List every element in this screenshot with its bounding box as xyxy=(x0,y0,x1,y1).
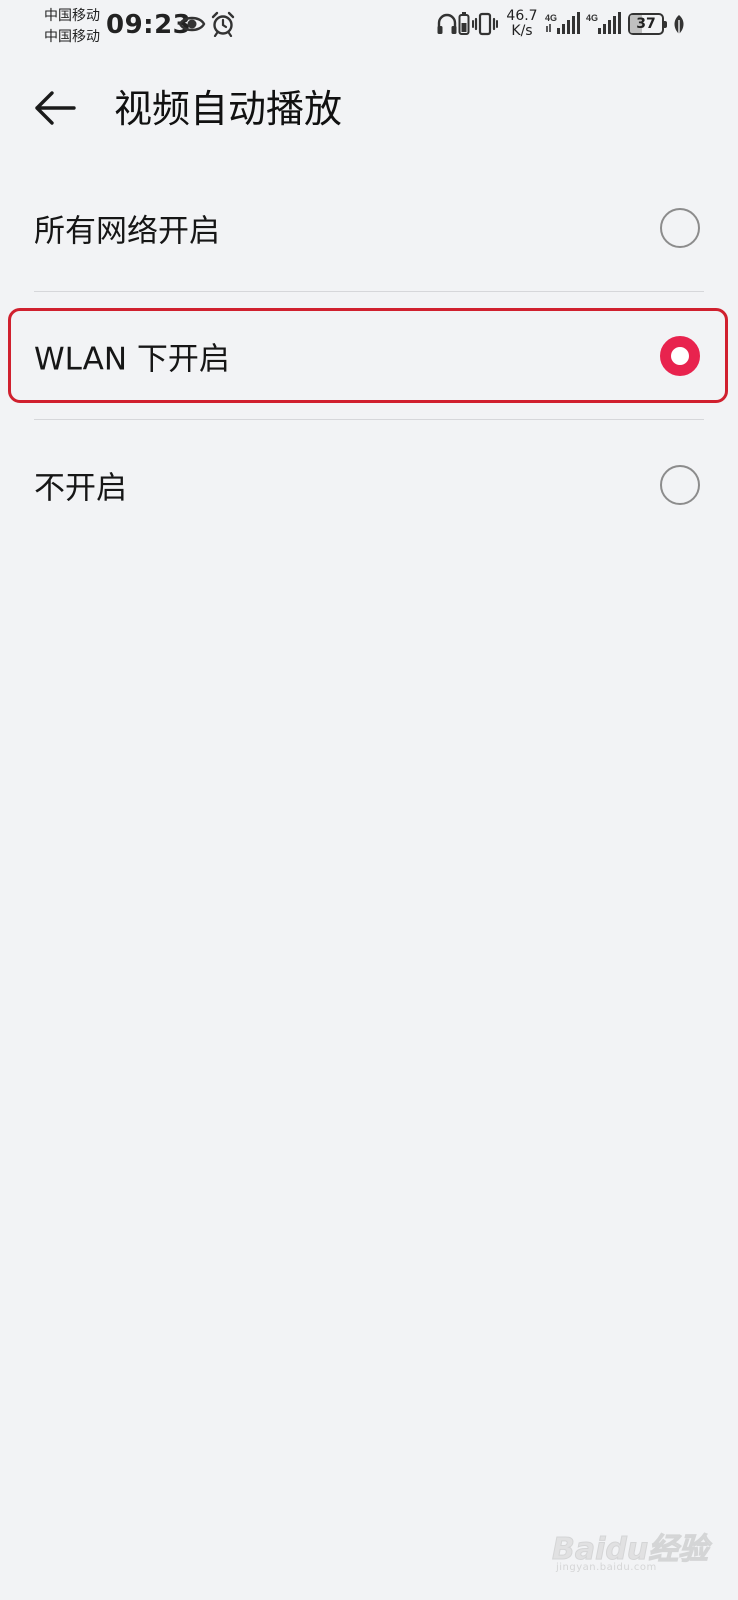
signal-1-label: 4G xyxy=(545,13,557,23)
battery-saver-icon xyxy=(458,11,470,41)
option-label: 不开启 xyxy=(34,470,127,507)
divider xyxy=(34,291,704,292)
option-label: 所有网络开启 xyxy=(34,213,220,250)
alarm-clock-icon xyxy=(210,11,236,41)
battery-icon: 37 xyxy=(628,13,667,35)
network-speed: 46.7 K/s xyxy=(502,9,542,39)
signal-icon: 4G xyxy=(586,12,622,40)
divider xyxy=(34,419,704,420)
eye-icon xyxy=(178,12,206,40)
leaf-icon xyxy=(672,14,686,40)
vibrate-icon xyxy=(472,11,498,41)
arrow-left-icon xyxy=(32,90,76,130)
signal-2-label: 4G xyxy=(586,13,598,23)
network-speed-unit: K/s xyxy=(511,23,533,39)
network-speed-value: 46.7 xyxy=(506,8,538,24)
back-button[interactable] xyxy=(26,82,82,138)
radio-button-selected[interactable] xyxy=(660,336,700,376)
status-bar: 中国移动 中国移动 09:23 46.7 K/s 4G 4G 37 xyxy=(0,0,738,56)
radio-button[interactable] xyxy=(660,208,700,248)
carrier-names: 中国移动 中国移动 xyxy=(44,6,100,48)
option-off[interactable]: 不开启 xyxy=(0,425,738,545)
watermark-url: jingyan.baidu.com xyxy=(556,1562,657,1573)
option-label: WLAN 下开启 xyxy=(34,341,230,378)
page-title: 视频自动播放 xyxy=(114,87,343,131)
battery-percent: 37 xyxy=(636,16,656,32)
headphones-icon xyxy=(436,12,458,40)
option-all-networks[interactable]: 所有网络开启 xyxy=(0,168,738,288)
option-wlan-only[interactable]: WLAN 下开启 xyxy=(0,296,738,416)
watermark: Baidu经验 jingyan.baidu.com xyxy=(551,1522,708,1576)
signal-icon: 4G xyxy=(545,12,581,40)
carrier-1: 中国移动 xyxy=(44,8,100,24)
carrier-2: 中国移动 xyxy=(44,29,100,45)
radio-button[interactable] xyxy=(660,465,700,505)
